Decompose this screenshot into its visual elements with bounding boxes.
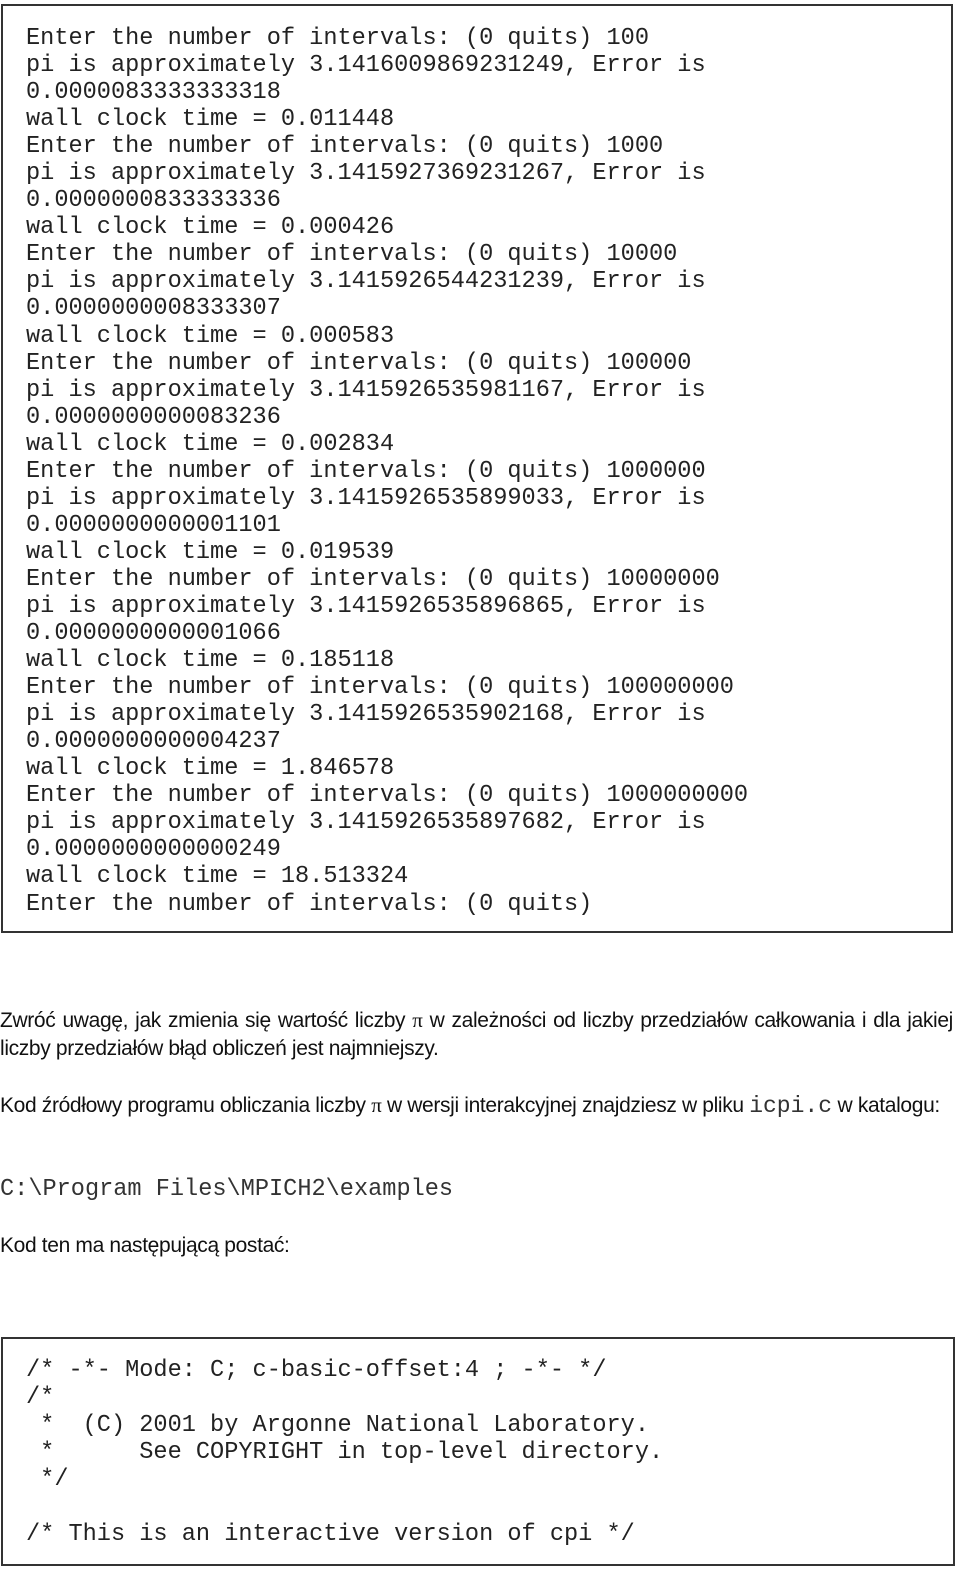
- code-line: * (C) 2001 by Argonne National Laborator…: [26, 1411, 649, 1439]
- console-line: Enter the number of intervals: (0 quits)…: [26, 349, 692, 377]
- console-line: 0.0000000000001101: [26, 511, 281, 539]
- pi-symbol: π: [412, 1008, 423, 1032]
- console-line: 0.0000000000000249: [26, 836, 281, 864]
- directory-path: C:\Program Files\MPICH2\examples: [0, 1176, 454, 1203]
- console-line: Enter the number of intervals: (0 quits)…: [26, 25, 649, 52]
- console-line: pi is approximately 3.1416009869231249, …: [26, 52, 706, 80]
- console-line: pi is approximately 3.1415926535899033, …: [26, 484, 706, 512]
- console-line: wall clock time = 1.846578: [26, 755, 395, 783]
- code-line: /* -*- Mode: C; c-basic-offset:4 ; -*- *…: [26, 1357, 607, 1384]
- paragraph-source-location: Kod źródłowy programu obliczania liczby …: [0, 1091, 953, 1120]
- paragraph-pi-intervals: Zwróć uwagę, jak zmienia się wartość lic…: [0, 1006, 953, 1063]
- console-line: pi is approximately 3.1415926544231239, …: [26, 268, 706, 296]
- console-line: wall clock time = 0.002834: [26, 430, 395, 458]
- console-line: wall clock time = 0.011448: [26, 106, 395, 134]
- paragraph-text: Zwróć uwagę, jak zmienia się wartość lic…: [0, 1009, 413, 1032]
- console-line: wall clock time = 0.019539: [26, 538, 395, 566]
- console-line: pi is approximately 3.1415926535897682, …: [26, 809, 706, 837]
- pi-symbol: π: [371, 1093, 382, 1117]
- console-line: wall clock time = 18.513324: [26, 863, 409, 891]
- console-line: 0.0000000008333307: [26, 295, 281, 323]
- console-line: Enter the number of intervals: (0 quits)…: [26, 674, 734, 702]
- console-line: wall clock time = 0.185118: [26, 647, 395, 675]
- code-line: /* This is an interactive version of cpi…: [26, 1520, 635, 1548]
- console-line: pi is approximately 3.1415927369231267, …: [26, 160, 706, 188]
- console-line: pi is approximately 3.1415926535981167, …: [26, 376, 706, 404]
- console-line: Enter the number of intervals: (0 quits)…: [26, 133, 664, 161]
- console-line: wall clock time = 0.000583: [26, 322, 395, 350]
- console-line: Enter the number of intervals: (0 quits): [26, 890, 593, 918]
- console-line: Enter the number of intervals: (0 quits)…: [26, 457, 706, 485]
- console-line: 0.0000083333333318: [26, 79, 281, 107]
- paragraph-code-intro: Kod ten ma następującą postać:: [0, 1234, 290, 1257]
- console-line: 0.0000000000004237: [26, 728, 281, 756]
- console-line: 0.0000000000001066: [26, 620, 281, 648]
- filename: icpi.c: [749, 1093, 833, 1119]
- console-line: wall clock time = 0.000426: [26, 214, 395, 242]
- code-line: * See COPYRIGHT in top-level directory.: [26, 1438, 664, 1466]
- code-line: */: [26, 1466, 69, 1494]
- paragraph-text: w wersji interakcyjnej znajdziesz w plik…: [381, 1094, 750, 1117]
- console-line: Enter the number of intervals: (0 quits)…: [26, 782, 749, 810]
- paragraph-text: Kod źródłowy programu obliczania liczby: [0, 1094, 372, 1117]
- console-line: pi is approximately 3.1415926535896865, …: [26, 592, 706, 620]
- console-line: 0.0000000833333336: [26, 187, 281, 215]
- console-line: 0.0000000000083236: [26, 403, 281, 431]
- source-code-box: /* -*- Mode: C; c-basic-offset:4 ; -*- *…: [1, 1337, 955, 1566]
- console-output-box: Enter the number of intervals: (0 quits)…: [1, 4, 953, 933]
- console-line: Enter the number of intervals: (0 quits)…: [26, 241, 678, 269]
- code-line: /*: [26, 1384, 55, 1412]
- console-line: pi is approximately 3.1415926535902168, …: [26, 701, 706, 729]
- console-line: Enter the number of intervals: (0 quits)…: [26, 565, 720, 593]
- paragraph-text: w katalogu:: [832, 1094, 941, 1117]
